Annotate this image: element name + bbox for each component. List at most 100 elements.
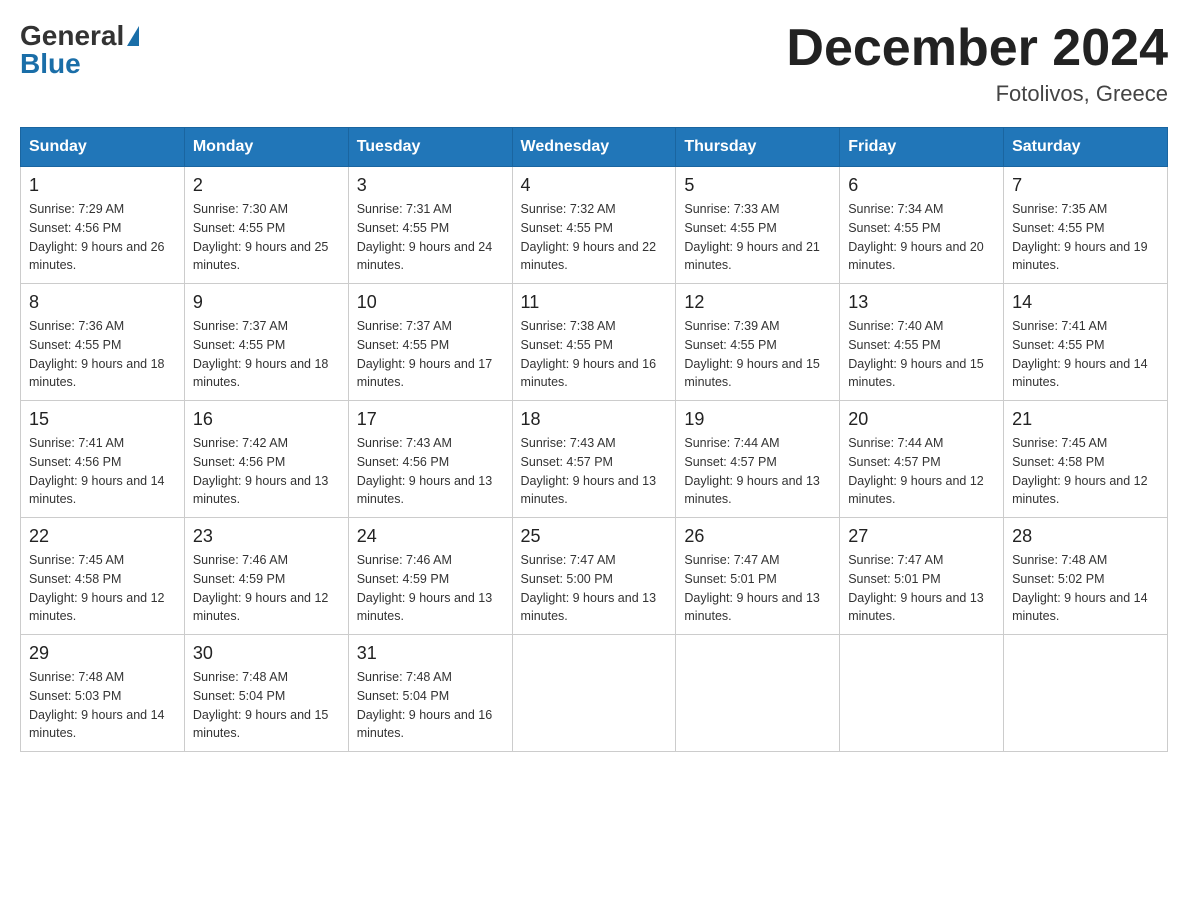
calendar-day-cell: 2 Sunrise: 7:30 AMSunset: 4:55 PMDaylight… — [184, 167, 348, 284]
day-info: Sunrise: 7:48 AMSunset: 5:02 PMDaylight:… — [1012, 551, 1159, 626]
calendar-day-cell: 8 Sunrise: 7:36 AMSunset: 4:55 PMDaylight… — [21, 284, 185, 401]
day-of-week-header: Thursday — [676, 128, 840, 167]
logo-triangle-icon — [127, 26, 139, 46]
calendar-day-cell: 16 Sunrise: 7:42 AMSunset: 4:56 PMDayligh… — [184, 401, 348, 518]
day-info: Sunrise: 7:48 AMSunset: 5:04 PMDaylight:… — [357, 668, 504, 743]
day-info: Sunrise: 7:43 AMSunset: 4:57 PMDaylight:… — [521, 434, 668, 509]
day-info: Sunrise: 7:48 AMSunset: 5:04 PMDaylight:… — [193, 668, 340, 743]
day-info: Sunrise: 7:42 AMSunset: 4:56 PMDaylight:… — [193, 434, 340, 509]
calendar-day-cell: 9 Sunrise: 7:37 AMSunset: 4:55 PMDaylight… — [184, 284, 348, 401]
day-info: Sunrise: 7:44 AMSunset: 4:57 PMDaylight:… — [848, 434, 995, 509]
day-info: Sunrise: 7:29 AMSunset: 4:56 PMDaylight:… — [29, 200, 176, 275]
day-of-week-header: Tuesday — [348, 128, 512, 167]
calendar-day-cell — [1004, 635, 1168, 752]
calendar-day-cell: 20 Sunrise: 7:44 AMSunset: 4:57 PMDayligh… — [840, 401, 1004, 518]
day-info: Sunrise: 7:46 AMSunset: 4:59 PMDaylight:… — [357, 551, 504, 626]
day-info: Sunrise: 7:31 AMSunset: 4:55 PMDaylight:… — [357, 200, 504, 275]
day-info: Sunrise: 7:35 AMSunset: 4:55 PMDaylight:… — [1012, 200, 1159, 275]
day-info: Sunrise: 7:36 AMSunset: 4:55 PMDaylight:… — [29, 317, 176, 392]
calendar-day-cell: 10Sunrise: 7:37 AMSunset: 4:55 PMDayligh… — [348, 284, 512, 401]
day-of-week-header: Friday — [840, 128, 1004, 167]
calendar-day-cell: 15 Sunrise: 7:41 AMSunset: 4:56 PMDayligh… — [21, 401, 185, 518]
calendar-day-cell: 28Sunrise: 7:48 AMSunset: 5:02 PMDayligh… — [1004, 518, 1168, 635]
day-number: 16 — [193, 409, 340, 430]
day-number: 23 — [193, 526, 340, 547]
calendar-day-cell: 29 Sunrise: 7:48 AMSunset: 5:03 PMDayligh… — [21, 635, 185, 752]
day-info: Sunrise: 7:33 AMSunset: 4:55 PMDaylight:… — [684, 200, 831, 275]
calendar-day-cell: 7 Sunrise: 7:35 AMSunset: 4:55 PMDaylight… — [1004, 167, 1168, 284]
calendar-day-cell: 19 Sunrise: 7:44 AMSunset: 4:57 PMDayligh… — [676, 401, 840, 518]
calendar-day-cell: 26 Sunrise: 7:47 AMSunset: 5:01 PMDayligh… — [676, 518, 840, 635]
title-section: December 2024 Fotolivos, Greece — [786, 20, 1168, 107]
calendar-week-row: 8 Sunrise: 7:36 AMSunset: 4:55 PMDaylight… — [21, 284, 1168, 401]
day-of-week-header: Wednesday — [512, 128, 676, 167]
day-number: 26 — [684, 526, 831, 547]
day-number: 8 — [29, 292, 176, 313]
calendar-day-cell: 21Sunrise: 7:45 AMSunset: 4:58 PMDayligh… — [1004, 401, 1168, 518]
calendar-day-cell: 1 Sunrise: 7:29 AMSunset: 4:56 PMDaylight… — [21, 167, 185, 284]
day-number: 24 — [357, 526, 504, 547]
day-info: Sunrise: 7:37 AMSunset: 4:55 PMDaylight:… — [193, 317, 340, 392]
calendar-day-cell — [840, 635, 1004, 752]
calendar-day-cell: 13 Sunrise: 7:40 AMSunset: 4:55 PMDayligh… — [840, 284, 1004, 401]
day-number: 19 — [684, 409, 831, 430]
calendar-day-cell — [676, 635, 840, 752]
calendar-day-cell: 3 Sunrise: 7:31 AMSunset: 4:55 PMDaylight… — [348, 167, 512, 284]
day-info: Sunrise: 7:44 AMSunset: 4:57 PMDaylight:… — [684, 434, 831, 509]
day-info: Sunrise: 7:39 AMSunset: 4:55 PMDaylight:… — [684, 317, 831, 392]
day-info: Sunrise: 7:47 AMSunset: 5:01 PMDaylight:… — [684, 551, 831, 626]
day-number: 21 — [1012, 409, 1159, 430]
location-label: Fotolivos, Greece — [786, 81, 1168, 107]
day-info: Sunrise: 7:40 AMSunset: 4:55 PMDaylight:… — [848, 317, 995, 392]
month-title: December 2024 — [786, 20, 1168, 77]
day-number: 6 — [848, 175, 995, 196]
calendar-day-cell: 30 Sunrise: 7:48 AMSunset: 5:04 PMDayligh… — [184, 635, 348, 752]
day-info: Sunrise: 7:34 AMSunset: 4:55 PMDaylight:… — [848, 200, 995, 275]
day-info: Sunrise: 7:41 AMSunset: 4:55 PMDaylight:… — [1012, 317, 1159, 392]
day-of-week-header: Saturday — [1004, 128, 1168, 167]
calendar-day-cell — [512, 635, 676, 752]
day-number: 13 — [848, 292, 995, 313]
calendar-header-row: SundayMondayTuesdayWednesdayThursdayFrid… — [21, 128, 1168, 167]
day-info: Sunrise: 7:47 AMSunset: 5:01 PMDaylight:… — [848, 551, 995, 626]
day-number: 2 — [193, 175, 340, 196]
calendar-day-cell: 31Sunrise: 7:48 AMSunset: 5:04 PMDayligh… — [348, 635, 512, 752]
calendar-day-cell: 25 Sunrise: 7:47 AMSunset: 5:00 PMDayligh… — [512, 518, 676, 635]
calendar-week-row: 1 Sunrise: 7:29 AMSunset: 4:56 PMDaylight… — [21, 167, 1168, 284]
calendar-day-cell: 24 Sunrise: 7:46 AMSunset: 4:59 PMDayligh… — [348, 518, 512, 635]
calendar-day-cell: 11Sunrise: 7:38 AMSunset: 4:55 PMDayligh… — [512, 284, 676, 401]
calendar-day-cell: 23 Sunrise: 7:46 AMSunset: 4:59 PMDayligh… — [184, 518, 348, 635]
calendar-day-cell: 4Sunrise: 7:32 AMSunset: 4:55 PMDaylight… — [512, 167, 676, 284]
calendar-day-cell: 6 Sunrise: 7:34 AMSunset: 4:55 PMDaylight… — [840, 167, 1004, 284]
day-info: Sunrise: 7:48 AMSunset: 5:03 PMDaylight:… — [29, 668, 176, 743]
day-number: 3 — [357, 175, 504, 196]
calendar-day-cell: 18Sunrise: 7:43 AMSunset: 4:57 PMDayligh… — [512, 401, 676, 518]
calendar-week-row: 15 Sunrise: 7:41 AMSunset: 4:56 PMDayligh… — [21, 401, 1168, 518]
calendar-day-cell: 27Sunrise: 7:47 AMSunset: 5:01 PMDayligh… — [840, 518, 1004, 635]
day-number: 12 — [684, 292, 831, 313]
day-number: 25 — [521, 526, 668, 547]
calendar-day-cell: 5 Sunrise: 7:33 AMSunset: 4:55 PMDaylight… — [676, 167, 840, 284]
day-number: 14 — [1012, 292, 1159, 313]
day-number: 22 — [29, 526, 176, 547]
page-header: General Blue December 2024 Fotolivos, Gr… — [20, 20, 1168, 107]
calendar-day-cell: 12 Sunrise: 7:39 AMSunset: 4:55 PMDayligh… — [676, 284, 840, 401]
day-number: 1 — [29, 175, 176, 196]
calendar-day-cell: 17Sunrise: 7:43 AMSunset: 4:56 PMDayligh… — [348, 401, 512, 518]
day-number: 20 — [848, 409, 995, 430]
day-info: Sunrise: 7:46 AMSunset: 4:59 PMDaylight:… — [193, 551, 340, 626]
day-number: 30 — [193, 643, 340, 664]
day-number: 7 — [1012, 175, 1159, 196]
day-number: 9 — [193, 292, 340, 313]
calendar-week-row: 29 Sunrise: 7:48 AMSunset: 5:03 PMDayligh… — [21, 635, 1168, 752]
calendar-table: SundayMondayTuesdayWednesdayThursdayFrid… — [20, 127, 1168, 752]
day-number: 5 — [684, 175, 831, 196]
day-of-week-header: Monday — [184, 128, 348, 167]
day-info: Sunrise: 7:41 AMSunset: 4:56 PMDaylight:… — [29, 434, 176, 509]
day-number: 15 — [29, 409, 176, 430]
day-info: Sunrise: 7:37 AMSunset: 4:55 PMDaylight:… — [357, 317, 504, 392]
day-number: 4 — [521, 175, 668, 196]
day-number: 29 — [29, 643, 176, 664]
day-info: Sunrise: 7:47 AMSunset: 5:00 PMDaylight:… — [521, 551, 668, 626]
day-info: Sunrise: 7:30 AMSunset: 4:55 PMDaylight:… — [193, 200, 340, 275]
